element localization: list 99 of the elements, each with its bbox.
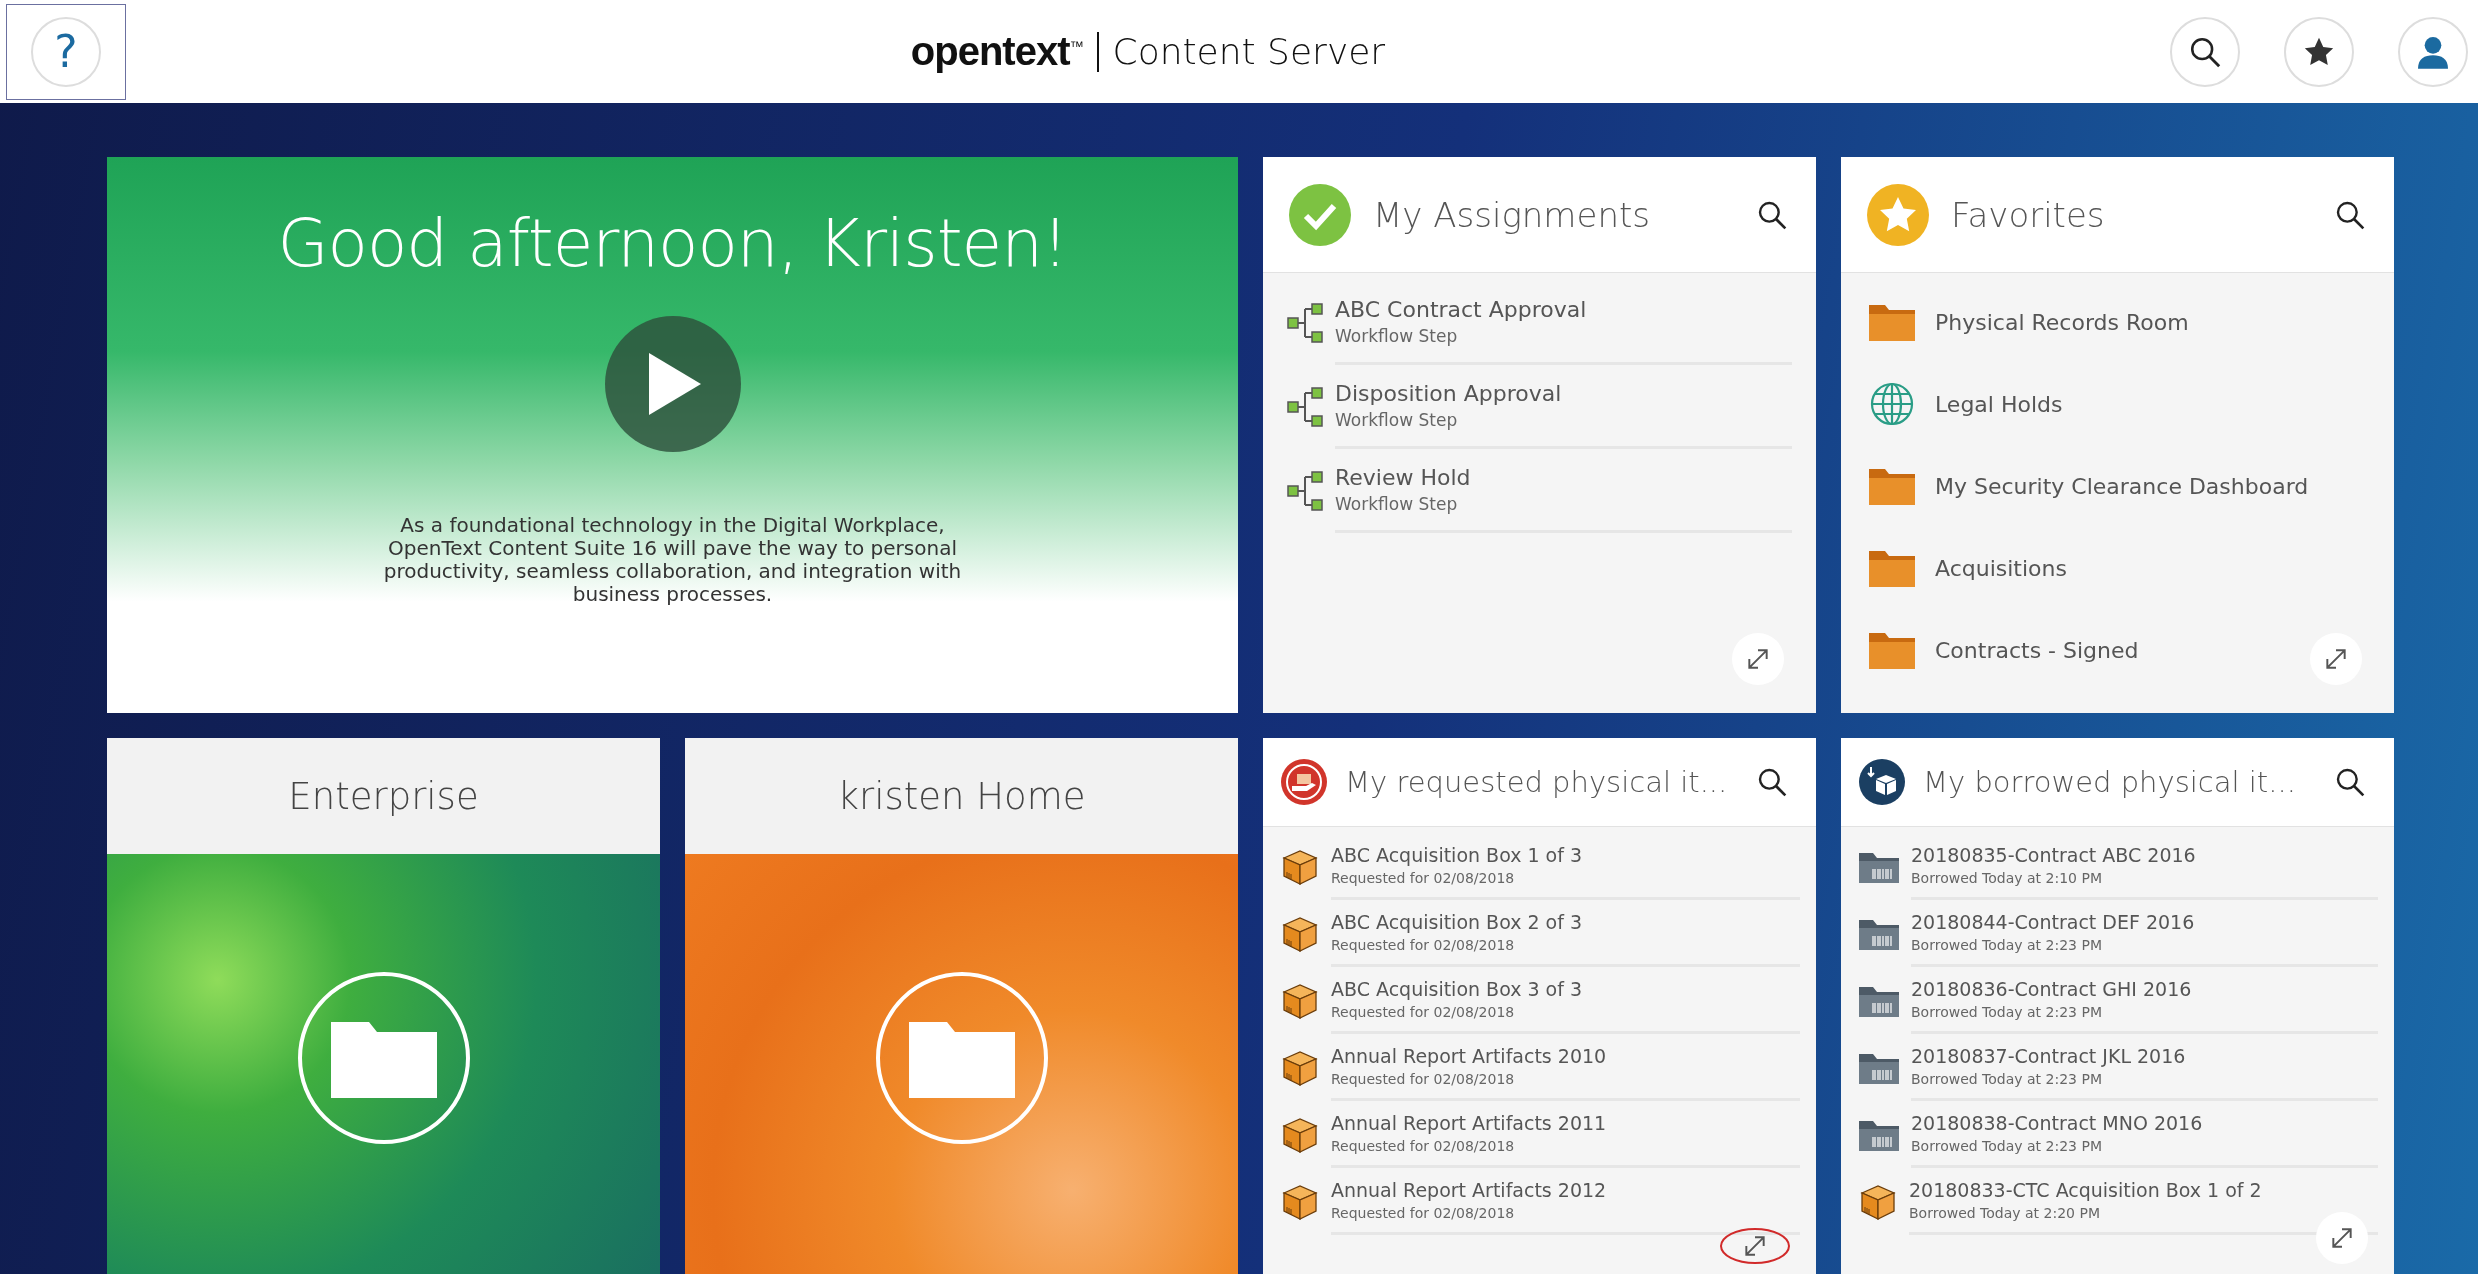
list-item[interactable]: Review Hold Workflow Step (1287, 449, 1816, 533)
item-name: ABC Acquisition Box 2 of 3 (1331, 911, 1583, 933)
item-name: ABC Contract Approval (1335, 297, 1587, 322)
item-detail: Borrowed Today at 2:23 PM (1911, 1071, 2102, 1087)
item-name: 20180835-Contract ABC 2016 (1911, 844, 2196, 866)
list-item[interactable]: 20180838-Contract MNO 2016 Borrowed Today at 2:23 PM (1859, 1101, 2394, 1168)
globe-icon (1869, 381, 1915, 427)
open-folder-button[interactable] (297, 972, 470, 1144)
item-detail: Requested for 02/08/2018 (1331, 870, 1515, 886)
expand-icon[interactable] (1745, 646, 1771, 672)
workflow-icon (1287, 469, 1325, 513)
list-item[interactable]: ABC Acquisition Box 2 of 3 Requested for 02/08/2018 (1281, 900, 1816, 967)
item-detail: Borrowed Today at 2:10 PM (1911, 870, 2102, 886)
item-detail: Workflow Step (1335, 410, 1458, 430)
list-item[interactable]: Physical Records Room (1865, 281, 2394, 363)
tile-title: Enterprise (288, 774, 479, 818)
barcode-folder-icon (1859, 917, 1899, 950)
list-item[interactable]: Legal Holds (1865, 363, 2394, 445)
brand-logo: opentext$^{™}$ (910, 29, 1083, 74)
folder-icon (1869, 631, 1915, 669)
item-detail: Borrowed Today at 2:23 PM (1911, 1138, 2102, 1154)
item-detail: Workflow Step (1335, 494, 1458, 514)
greeting-title: Good afternoon, Kristen! (277, 205, 1068, 282)
intro-paragraph: As a foundational technology in the Digital Workplace, OpenText Content Suite 16 will pave the way to personal productivity, seamless collaboration, and integration with business processes. (382, 514, 963, 606)
item-name: Acquisitions (1935, 555, 2067, 581)
expand-icon[interactable] (2323, 646, 2349, 672)
item-detail: Requested for 02/08/2018 (1331, 1004, 1515, 1020)
box-icon (1281, 1115, 1319, 1154)
tile-title: My requested physical it... (1345, 765, 1729, 799)
item-name: ABC Acquisition Box 3 of 3 (1331, 978, 1583, 1000)
box-icon (1281, 1182, 1319, 1221)
item-detail: Requested for 02/08/2018 (1331, 937, 1515, 953)
item-detail: Borrowed Today at 2:23 PM (1911, 1004, 2102, 1020)
list-item[interactable]: My Security Clearance Dashboard (1865, 445, 2394, 527)
tile-title: Favorites (1951, 194, 2106, 235)
item-name: Physical Records Room (1935, 309, 2189, 335)
list-item[interactable]: 20180836-Contract GHI 2016 Borrowed Today at 2:23 PM (1859, 967, 2394, 1034)
folder-icon (1869, 467, 1915, 505)
box-icon (1859, 1182, 1897, 1221)
item-detail: Borrowed Today at 2:23 PM (1911, 937, 2102, 953)
search-icon[interactable] (1756, 766, 1788, 798)
folder-icon (1869, 549, 1915, 587)
box-icon (1281, 981, 1319, 1020)
open-folder-button[interactable] (875, 972, 1048, 1144)
list-item[interactable]: ABC Acquisition Box 3 of 3 Requested for 02/08/2018 (1281, 967, 1816, 1034)
barcode-folder-icon (1859, 1051, 1899, 1084)
workflow-icon (1287, 301, 1325, 345)
list-item[interactable]: 20180844-Contract DEF 2016 Borrowed Today at 2:23 PM (1859, 900, 2394, 967)
expand-icon[interactable] (1742, 1233, 1768, 1259)
item-detail: Requested for 02/08/2018 (1331, 1205, 1515, 1221)
help-button[interactable]: ? (31, 16, 101, 87)
box-icon (1281, 914, 1319, 953)
list-item[interactable]: Annual Report Artifacts 2011 Requested for 02/08/2018 (1281, 1101, 1816, 1168)
workflow-icon (1287, 385, 1325, 429)
item-name: Disposition Approval (1335, 381, 1562, 406)
barcode-folder-icon (1859, 850, 1899, 883)
box-icon (1281, 847, 1319, 886)
list-item[interactable]: Acquisitions (1865, 527, 2394, 609)
list-item[interactable]: Annual Report Artifacts 2012 Requested for 02/08/2018 (1281, 1168, 1816, 1235)
list-item[interactable]: Disposition Approval Workflow Step (1287, 365, 1816, 449)
highlighted-expand-button[interactable] (1720, 1228, 1790, 1264)
item-detail: Borrowed Today at 2:20 PM (1909, 1205, 2100, 1221)
product-name: Content Server (1112, 31, 1386, 72)
expand-button[interactable] (1732, 633, 1784, 685)
item-name: My Security Clearance Dashboard (1935, 473, 2309, 499)
item-detail: Requested for 02/08/2018 (1331, 1071, 1515, 1087)
item-name: 20180844-Contract DEF 2016 (1911, 911, 2195, 933)
item-detail: Requested for 02/08/2018 (1331, 1138, 1515, 1154)
list-item[interactable]: 20180835-Contract ABC 2016 Borrowed Today at 2:10 PM (1859, 833, 2394, 900)
expand-icon[interactable] (2329, 1225, 2355, 1251)
item-name: 20180838-Contract MNO 2016 (1911, 1112, 2203, 1134)
list-item[interactable]: ABC Acquisition Box 1 of 3 Requested for 02/08/2018 (1281, 833, 1816, 900)
hand-box-icon (1281, 759, 1327, 805)
item-name: Legal Holds (1935, 391, 2063, 417)
item-name: 20180836-Contract GHI 2016 (1911, 978, 2192, 1000)
item-detail: Workflow Step (1335, 326, 1458, 346)
tile-title: kristen Home (837, 774, 1086, 818)
item-name: Annual Report Artifacts 2011 (1331, 1112, 1607, 1134)
checkmark-icon (1289, 183, 1351, 246)
item-name: ABC Acquisition Box 1 of 3 (1331, 844, 1583, 866)
list-item[interactable]: 20180837-Contract JKL 2016 Borrowed Today at 2:23 PM (1859, 1034, 2394, 1101)
item-name: Annual Report Artifacts 2012 (1331, 1179, 1607, 1201)
expand-button[interactable] (2310, 633, 2362, 685)
box-icon (1281, 1048, 1319, 1087)
barcode-folder-icon (1859, 1118, 1899, 1151)
search-icon[interactable] (2334, 766, 2366, 798)
list-item[interactable]: ABC Contract Approval Workflow Step (1287, 281, 1816, 365)
expand-button[interactable] (2316, 1212, 2368, 1264)
list-item[interactable]: Annual Report Artifacts 2010 Requested for 02/08/2018 (1281, 1034, 1816, 1101)
tile-title: My borrowed physical it... (1923, 765, 2297, 799)
tile-title: My Assignments (1373, 194, 1651, 235)
item-name: Review Hold (1335, 465, 1471, 490)
folder-icon (1869, 303, 1915, 341)
item-name: 20180837-Contract JKL 2016 (1911, 1045, 2186, 1067)
list-item[interactable]: Contracts - Signed (1865, 609, 2394, 691)
item-name: Annual Report Artifacts 2010 (1331, 1045, 1607, 1067)
item-name: 20180833-CTC Acquisition Box 1 of 2 (1909, 1179, 2262, 1201)
barcode-folder-icon (1859, 984, 1899, 1017)
item-name: Contracts - Signed (1935, 637, 2139, 663)
